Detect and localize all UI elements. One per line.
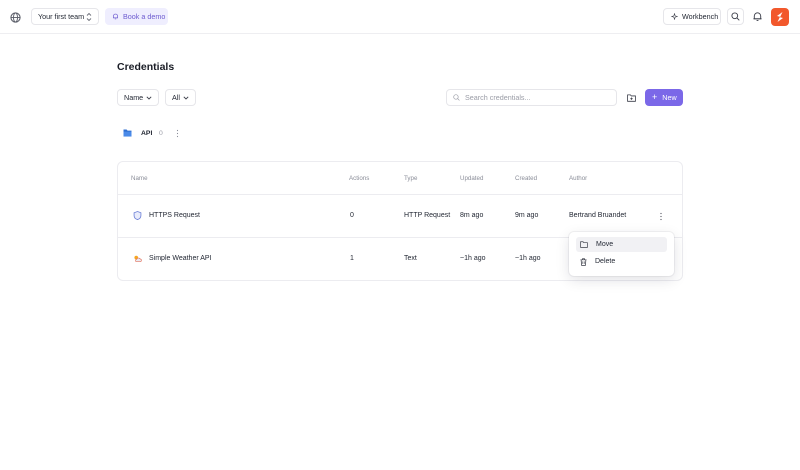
search-input[interactable]: [465, 93, 605, 102]
workbench-label: Workbench: [682, 12, 719, 21]
shield-icon: [133, 211, 142, 220]
column-header-type[interactable]: Type: [404, 175, 417, 182]
folder-icon: [123, 129, 132, 137]
sparkle-icon: [671, 13, 678, 20]
folder-icon: [580, 241, 588, 248]
chevron-updown-icon: [86, 12, 92, 22]
created-time: 9m ago: [515, 212, 539, 219]
search-icon: [453, 94, 460, 101]
sort-dropdown[interactable]: Name: [117, 89, 159, 106]
book-demo-label: Book a demo: [123, 12, 166, 21]
top-bar: Your first team Book a demo Workbench: [0, 0, 800, 34]
brand-logo[interactable]: [771, 8, 789, 26]
credential-name[interactable]: HTTPS Request: [149, 212, 200, 219]
folder-name[interactable]: API: [141, 130, 152, 137]
sort-label: Name: [124, 93, 144, 102]
author-name: Bertrand Bruandet: [569, 212, 627, 219]
new-folder-button[interactable]: [623, 89, 639, 106]
scope-label: All: [172, 93, 180, 102]
column-header-name[interactable]: Name: [131, 175, 148, 182]
created-time: ~1h ago: [515, 255, 541, 262]
team-switcher-button[interactable]: Your first team: [31, 8, 99, 25]
chevron-down-icon: [183, 96, 189, 100]
menu-item-delete[interactable]: Delete: [576, 254, 667, 269]
bell-outline-icon: [113, 13, 118, 20]
credential-name[interactable]: Simple Weather API: [149, 255, 212, 262]
column-header-created[interactable]: Created: [515, 175, 537, 182]
credential-type: Text: [404, 255, 417, 262]
more-vertical-icon[interactable]: [175, 128, 180, 139]
actions-count: 1: [350, 255, 354, 262]
plus-icon: +: [652, 92, 658, 102]
updated-time: 8m ago: [460, 212, 484, 219]
menu-item-move[interactable]: Move: [576, 237, 667, 252]
menu-item-label: Move: [596, 241, 614, 248]
trash-icon: [580, 257, 587, 266]
logo-mark-icon: [777, 12, 783, 22]
header-divider: [118, 194, 682, 195]
page-title: Credentials: [117, 61, 175, 73]
folder-plus-icon: [626, 93, 636, 102]
search-field[interactable]: [446, 89, 617, 106]
search-icon: [731, 12, 740, 21]
globe-icon[interactable]: [10, 12, 21, 23]
folder-count: 0: [159, 130, 163, 137]
new-credential-button[interactable]: + New: [645, 89, 683, 106]
actions-count: 0: [350, 212, 354, 219]
notification-bell-icon[interactable]: [752, 11, 763, 22]
weather-icon: [134, 255, 142, 262]
column-header-updated[interactable]: Updated: [460, 175, 483, 182]
book-demo-button[interactable]: Book a demo: [105, 8, 168, 25]
team-name: Your first team: [38, 12, 85, 21]
column-header-actions[interactable]: Actions: [349, 175, 369, 182]
workbench-button[interactable]: Workbench: [663, 8, 721, 25]
menu-item-label: Delete: [595, 258, 616, 265]
scope-dropdown[interactable]: All: [165, 89, 196, 106]
search-button[interactable]: [727, 8, 744, 25]
more-vertical-icon[interactable]: [658, 211, 664, 222]
updated-time: ~1h ago: [460, 255, 486, 262]
chevron-down-icon: [146, 96, 152, 100]
credential-type: HTTP Request: [404, 212, 451, 219]
new-label: New: [662, 93, 677, 102]
column-header-author[interactable]: Author: [569, 175, 587, 182]
